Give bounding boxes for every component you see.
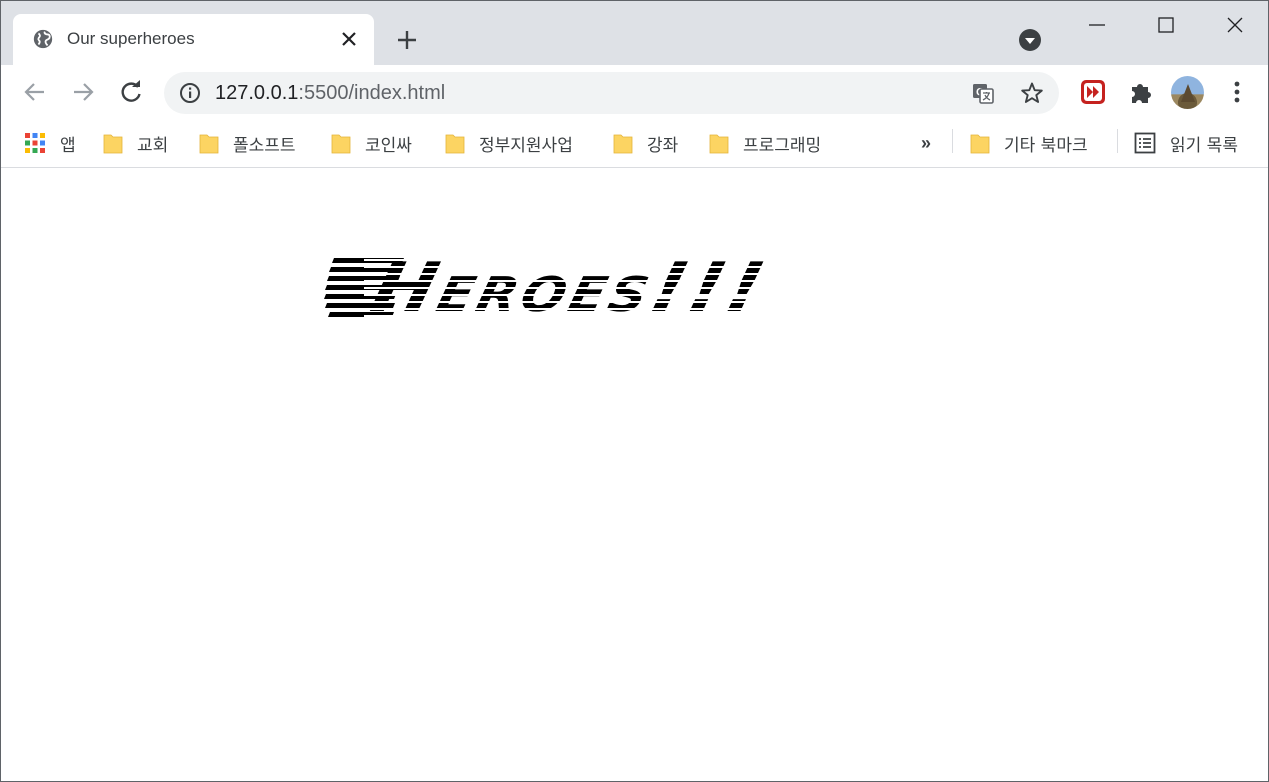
- reading-list[interactable]: 읽기 목록: [1134, 127, 1238, 159]
- hero-heading: Heroes!!!: [324, 248, 924, 328]
- minimize-icon[interactable]: [1085, 13, 1109, 37]
- globe-icon: [33, 29, 53, 49]
- address-bar[interactable]: 127.0.0.1:5500/index.html G: [164, 72, 1059, 114]
- new-tab-icon[interactable]: [394, 27, 420, 53]
- bookmark-other-folder[interactable]: 기타 북마크: [970, 127, 1088, 159]
- tab-active[interactable]: Our superheroes: [13, 14, 374, 65]
- forward-icon[interactable]: [69, 78, 97, 106]
- browser-window: Our superheroes 127.0.0.1:5500/index.htm…: [0, 0, 1269, 782]
- tab-close-icon[interactable]: [339, 29, 359, 49]
- page-title: Heroes!!!: [364, 248, 776, 328]
- apps-grid-icon: [25, 133, 45, 153]
- maximize-icon[interactable]: [1154, 13, 1178, 37]
- reload-icon[interactable]: [117, 78, 145, 106]
- bookmark-label: 코인싸: [365, 135, 412, 156]
- bookmark-folder[interactable]: 프로그래밍: [709, 127, 821, 159]
- bookmark-other-label: 기타 북마크: [1004, 135, 1088, 156]
- bookmark-label: 교회: [137, 135, 169, 156]
- avatar-photo: [1181, 84, 1195, 102]
- video-speed-ext-icon[interactable]: [1079, 78, 1107, 106]
- bookmark-folder[interactable]: 폴소프트: [199, 127, 296, 159]
- folder-icon: [103, 134, 123, 154]
- folder-icon: [970, 134, 990, 154]
- folder-icon: [445, 134, 465, 154]
- folder-icon: [613, 134, 633, 154]
- bookmarks-bar: 앱 교회 폴소프트 코인싸 정부지원사업 강좌 프로그래밍 » 기타 북마크 읽…: [1, 121, 1268, 168]
- url-path: :5500/index.html: [298, 82, 446, 104]
- reading-list-icon: [1134, 132, 1156, 154]
- bookmarks-overflow-chevron[interactable]: »: [921, 127, 931, 159]
- bookmark-folder[interactable]: 코인싸: [331, 127, 412, 159]
- reading-list-label: 읽기 목록: [1170, 135, 1238, 156]
- bookmark-apps-label: 앱: [60, 135, 76, 156]
- back-icon[interactable]: [21, 78, 49, 106]
- page-content: Heroes!!!: [1, 168, 1268, 781]
- tab-title: Our superheroes: [67, 29, 195, 48]
- folder-icon: [199, 134, 219, 154]
- folder-icon: [331, 134, 351, 154]
- info-icon[interactable]: [179, 82, 201, 104]
- bookmark-separator: [952, 129, 953, 153]
- bookmark-folder[interactable]: 정부지원사업: [445, 127, 573, 159]
- tab-strip: Our superheroes: [1, 1, 1268, 65]
- browser-toolbar: 127.0.0.1:5500/index.html G: [1, 65, 1268, 121]
- bookmark-folder[interactable]: 교회: [103, 127, 168, 159]
- tab-search-icon[interactable]: [1018, 28, 1042, 52]
- translate-icon[interactable]: G: [970, 80, 996, 106]
- star-icon[interactable]: [1019, 80, 1045, 106]
- avatar[interactable]: [1171, 76, 1204, 109]
- url-host: 127.0.0.1: [215, 82, 299, 104]
- puzzle-icon[interactable]: [1127, 78, 1155, 106]
- bookmark-folder[interactable]: 강좌: [613, 127, 678, 159]
- kebab-menu-icon[interactable]: [1223, 78, 1251, 106]
- close-icon[interactable]: [1223, 13, 1247, 37]
- bookmark-label: 프로그래밍: [743, 135, 822, 156]
- bookmark-label: 폴소프트: [233, 135, 296, 156]
- url-text[interactable]: 127.0.0.1:5500/index.html: [215, 82, 445, 105]
- bookmark-separator: [1117, 129, 1118, 153]
- bookmark-apps[interactable]: 앱: [24, 127, 76, 159]
- folder-icon: [709, 134, 729, 154]
- bookmark-label: 정부지원사업: [479, 135, 573, 156]
- bookmark-label: 강좌: [647, 135, 679, 156]
